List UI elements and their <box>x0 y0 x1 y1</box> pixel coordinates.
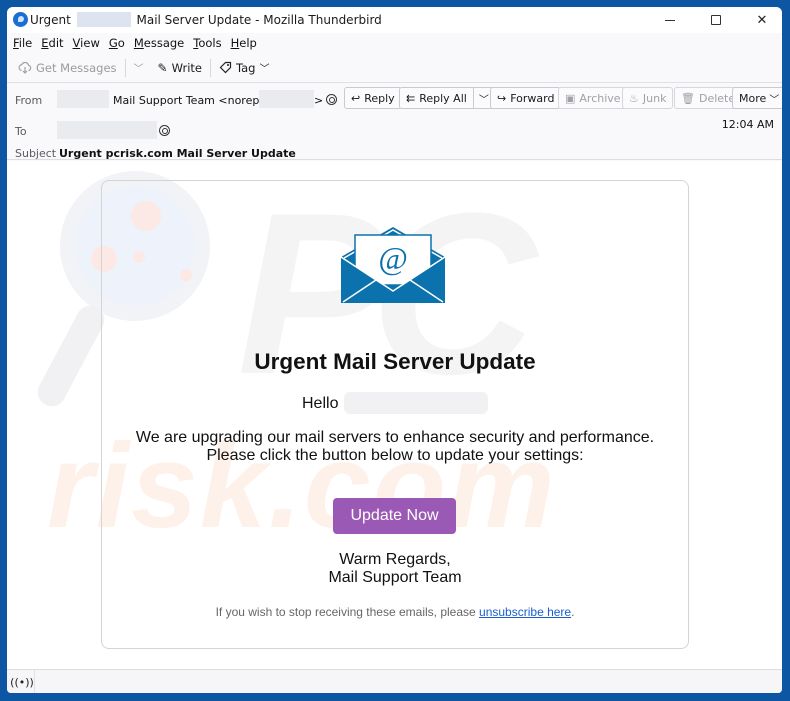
paragraph-line: We are upgrading our mail servers to enh… <box>135 429 655 446</box>
archive-box-icon: ▣ <box>565 91 576 105</box>
watermark-magnifier-handle <box>32 300 110 412</box>
from-value-end: > <box>314 94 324 107</box>
from-value[interactable]: Mail Support Team <noreply@ <box>113 94 280 107</box>
signature-line: Mail Support Team <box>328 569 462 586</box>
status-separator <box>34 670 35 693</box>
trash-icon: 🗑 <box>681 91 695 105</box>
minimize-icon <box>665 19 675 21</box>
update-now-button[interactable]: Update Now <box>333 498 456 534</box>
menu-file[interactable]: File <box>13 36 32 50</box>
chevron-down-icon: ﹀ <box>133 64 144 75</box>
menu-view[interactable]: View <box>73 36 100 50</box>
title-suffix: Mail Server Update - Mozilla Thunderbird <box>136 13 382 27</box>
tag-icon <box>219 61 232 74</box>
recipient-redacted-block <box>344 392 488 414</box>
main-toolbar: Get Messages ﹀ ✎ Write Tag ﹀ <box>7 53 782 83</box>
greeting: Hello <box>302 395 339 412</box>
junk-flame-icon: ♨ <box>629 91 639 105</box>
email-paragraph: We are upgrading our mail servers to enh… <box>102 429 688 465</box>
message-time: 12:04 AM <box>721 118 774 131</box>
title-bar: Urgent Mail Server Update - Mozilla Thun… <box>7 7 782 33</box>
signature: Warm Regards, Mail Support Team <box>102 551 688 587</box>
subject-label: Subject <box>15 147 57 160</box>
pencil-icon: ✎ <box>157 60 168 75</box>
window-title: Urgent Mail Server Update - Mozilla Thun… <box>30 12 382 27</box>
chevron-down-icon: ﹀ <box>769 94 780 106</box>
get-messages-button[interactable]: Get Messages <box>14 56 121 80</box>
contact-icon[interactable] <box>326 94 337 105</box>
menu-edit[interactable]: Edit <box>41 36 63 50</box>
write-button[interactable]: ✎ Write <box>154 56 206 80</box>
chevron-down-icon: ﹀ <box>259 64 270 75</box>
menu-help[interactable]: Help <box>231 36 257 50</box>
title-redacted-block <box>76 12 131 27</box>
get-messages-dropdown[interactable]: ﹀ <box>130 56 148 80</box>
reply-button[interactable]: ↩ Reply <box>344 87 402 109</box>
toolbar-separator <box>124 58 126 77</box>
contact-icon[interactable] <box>159 125 170 136</box>
junk-button[interactable]: ♨ Junk <box>622 87 674 109</box>
email-title: Urgent Mail Server Update <box>254 349 536 374</box>
subject-value: Urgent pcrisk.com Mail Server Update <box>59 147 296 160</box>
forward-button[interactable]: ↪ Forward <box>490 87 562 109</box>
thunderbird-logo-icon <box>13 12 28 27</box>
title-prefix: Urgent <box>30 13 71 27</box>
from-label: From <box>15 94 43 107</box>
open-envelope-at-icon: @ <box>340 227 446 303</box>
menu-tools[interactable]: Tools <box>193 36 221 50</box>
unsubscribe-link[interactable]: unsubscribe here <box>479 605 571 619</box>
more-button[interactable]: More ﹀ <box>732 87 782 109</box>
unsubscribe-note: If you wish to stop receiving these emai… <box>215 605 575 619</box>
email-card: @ Urgent Mail Server Update Hello We are… <box>101 180 689 649</box>
maximize-icon <box>711 15 721 25</box>
thunderbird-window: Urgent Mail Server Update - Mozilla Thun… <box>7 7 782 693</box>
maximize-button[interactable] <box>693 7 739 33</box>
minimize-button[interactable] <box>647 7 693 33</box>
message-body: PC risk.com @ Urgent Mail Server Update … <box>7 161 782 669</box>
signature-line: Warm Regards, <box>339 551 451 568</box>
reply-all-button[interactable]: ⇇ Reply All ﹀ <box>399 87 496 109</box>
tag-button[interactable]: Tag ﹀ <box>215 56 273 80</box>
status-bar: ((•)) <box>7 669 782 693</box>
menu-bar: File Edit View Go Message Tools Help <box>7 33 782 53</box>
message-header: From Mail Support Team <noreply@ > ↩ Repl… <box>7 84 782 160</box>
from-domain-redacted-block <box>259 90 314 108</box>
reply-all-icon: ⇇ <box>406 91 416 105</box>
online-status-icon[interactable]: ((•)) <box>10 674 34 690</box>
to-label: To <box>15 125 27 138</box>
cloud-download-icon <box>18 61 32 74</box>
close-icon: ✕ <box>756 12 768 28</box>
svg-text:@: @ <box>378 240 407 276</box>
split-divider <box>472 88 474 108</box>
to-redacted-block <box>57 121 157 139</box>
paragraph-line: Please click the button below to update … <box>206 447 584 464</box>
reply-icon: ↩ <box>351 91 361 105</box>
from-redacted-block <box>57 90 109 108</box>
menu-go[interactable]: Go <box>109 36 125 50</box>
menu-message[interactable]: Message <box>134 36 184 50</box>
toolbar-separator <box>209 58 211 77</box>
chevron-down-icon[interactable]: ﹀ <box>479 91 489 106</box>
forward-icon: ↪ <box>497 91 507 105</box>
close-button[interactable]: ✕ <box>739 7 782 33</box>
archive-button[interactable]: ▣ Archive <box>558 87 628 109</box>
